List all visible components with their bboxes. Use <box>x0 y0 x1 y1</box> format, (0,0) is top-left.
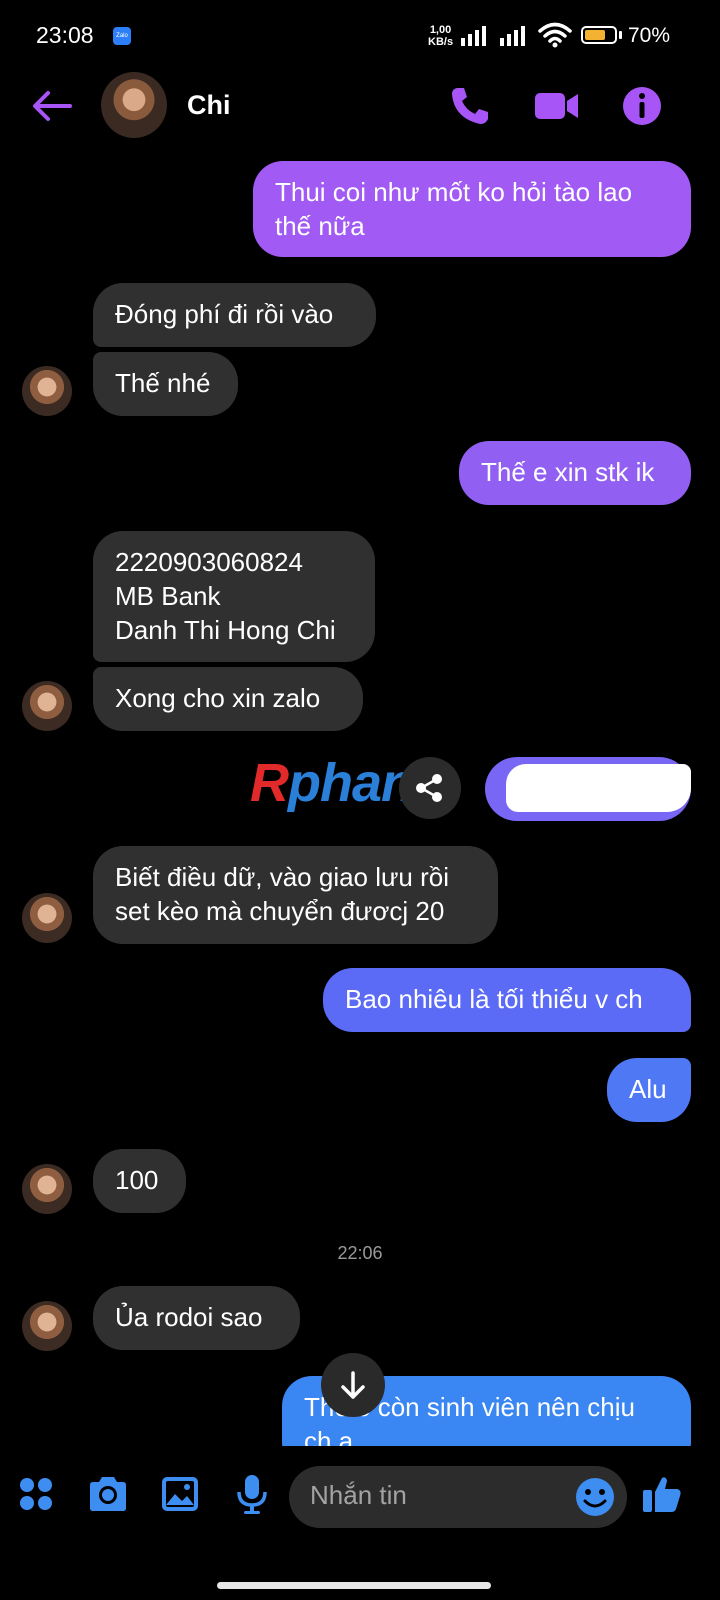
network-speed-value: 1,00 <box>429 24 452 36</box>
message-received[interactable]: Biết điều dữ, vào giao lưu rồi set kèo m… <box>93 846 498 944</box>
watermark-part1: R <box>250 753 289 813</box>
contact-avatar-small[interactable] <box>22 1301 72 1351</box>
timestamp-separator: 22:06 <box>337 1243 383 1263</box>
contact-avatar[interactable] <box>101 72 167 138</box>
message-sent[interactable]: Thui coi như mốt ko hỏi tào lao thế nữa <box>253 161 691 257</box>
network-speed-unit: KB/s <box>428 36 454 48</box>
scroll-down-button[interactable] <box>321 1353 385 1417</box>
message-received[interactable]: 2220903060824 MB Bank Danh Thi Hong Chi <box>93 531 375 662</box>
contact-avatar-small[interactable] <box>22 1164 72 1214</box>
message-received[interactable]: 100 <box>93 1149 186 1213</box>
gallery-icon[interactable] <box>158 1472 202 1516</box>
like-icon[interactable] <box>640 1472 684 1516</box>
message-received[interactable]: Xong cho xin zalo <box>93 667 363 731</box>
redaction-overlay <box>506 764 691 812</box>
message-received[interactable]: Đóng phí đi rồi vào <box>93 283 376 347</box>
battery-fill <box>585 30 605 40</box>
camera-icon[interactable] <box>86 1472 130 1516</box>
share-button[interactable] <box>399 757 461 819</box>
emoji-icon[interactable] <box>573 1475 617 1519</box>
message-sent[interactable]: Alu <box>607 1058 691 1122</box>
arrow-left-icon[interactable] <box>30 86 74 126</box>
message-sent[interactable]: Bao nhiêu là tối thiểu v ch <box>323 968 691 1032</box>
contact-avatar-small[interactable] <box>22 366 72 416</box>
zalo-notification-icon: Zalo <box>113 27 131 45</box>
arrow-down-icon <box>341 1371 365 1399</box>
share-icon <box>416 774 442 802</box>
battery-percent: 70% <box>628 24 671 47</box>
status-time: 23:08 <box>36 22 94 48</box>
contact-avatar-small[interactable] <box>22 893 72 943</box>
message-received[interactable]: Thế nhé <box>93 352 238 416</box>
apps-icon[interactable] <box>14 1472 58 1516</box>
signal-2-icon <box>500 24 525 46</box>
home-indicator[interactable] <box>217 1582 491 1589</box>
message-received[interactable]: Ủa rodoi sao <box>93 1286 300 1350</box>
battery-tip <box>619 31 622 39</box>
signal-1-icon <box>461 24 486 46</box>
contact-avatar-small[interactable] <box>22 681 72 731</box>
message-input-placeholder: Nhắn tin <box>310 1480 407 1510</box>
mic-icon[interactable] <box>230 1472 274 1516</box>
info-icon[interactable] <box>620 84 664 128</box>
wifi-icon <box>538 22 572 48</box>
message-sent[interactable]: Thế e xin stk ik <box>459 441 691 505</box>
video-icon[interactable] <box>532 84 580 128</box>
battery-icon <box>581 26 617 44</box>
phone-icon[interactable] <box>448 84 492 128</box>
network-speed: 1,00 KB/s <box>428 24 453 48</box>
contact-name[interactable]: Chi <box>187 90 231 121</box>
